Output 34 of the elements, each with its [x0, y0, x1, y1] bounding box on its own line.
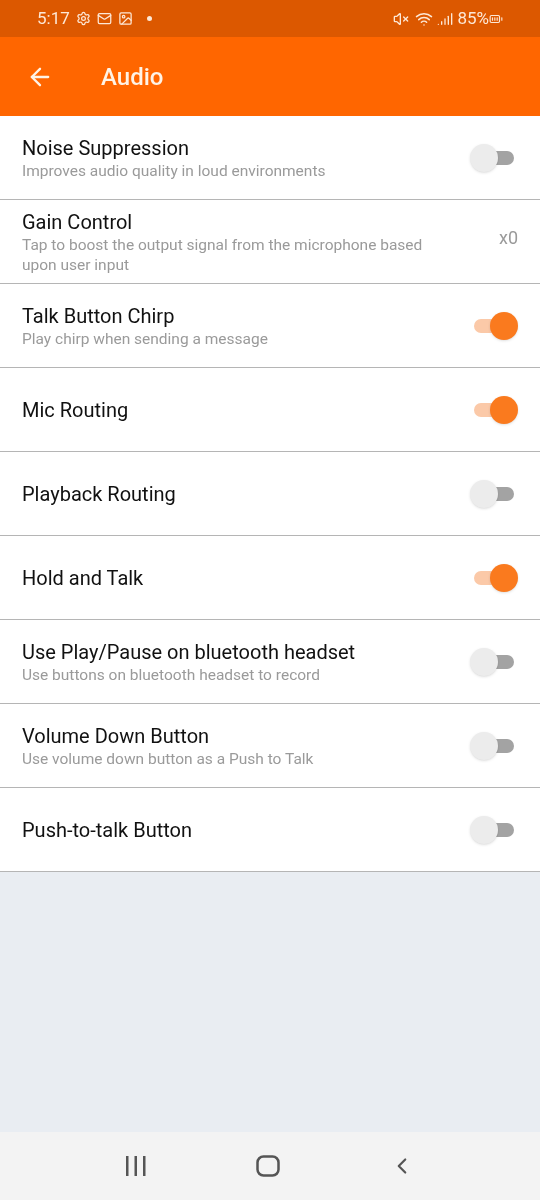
settings-icon: [75, 11, 91, 26]
setting-description: Play chirp when sending a message: [22, 328, 269, 349]
setting-row[interactable]: Gain Control Tap to boost the output signal from the microphone based upon user input x0: [0, 200, 540, 284]
image-icon: [117, 11, 133, 26]
home-icon[interactable]: [256, 1155, 280, 1177]
setting-description: Use buttons on bluetooth headset to record: [22, 664, 321, 685]
mail-icon: [96, 11, 112, 26]
setting-title: Mic Routing: [22, 396, 130, 423]
setting-row[interactable]: Playback Routing: [0, 452, 540, 536]
setting-title: Volume Down Button: [22, 722, 211, 749]
mute-icon: [393, 10, 410, 27]
setting-row[interactable]: Mic Routing: [0, 368, 540, 452]
setting-title: Playback Routing: [22, 480, 177, 507]
setting-row[interactable]: Hold and Talk: [0, 536, 540, 620]
setting-row[interactable]: Use Play/Pause on bluetooth headset Use buttons on bluetooth headset to record: [0, 620, 540, 704]
setting-title: Gain Control: [22, 208, 134, 235]
status-time: 5:17: [37, 6, 70, 30]
recent-apps-icon[interactable]: [124, 1156, 147, 1176]
setting-title: Use Play/Pause on bluetooth headset: [22, 638, 357, 665]
setting-title: Talk Button Chirp: [22, 302, 176, 329]
setting-description: Improves audio quality in loud environments: [22, 160, 327, 181]
setting-row[interactable]: Talk Button Chirp Play chirp when sending a message: [0, 284, 540, 368]
page-title: Audio: [101, 61, 164, 93]
setting-title: Noise Suppression: [22, 134, 190, 161]
setting-description: Tap to boost the output signal from the microphone based upon user input: [22, 234, 424, 275]
signal-icon: [437, 10, 454, 27]
setting-title: Push-to-talk Button: [22, 816, 193, 843]
setting-row[interactable]: Push-to-talk Button: [0, 788, 540, 872]
setting-row[interactable]: Noise Suppression Improves audio quality in loud environments: [0, 116, 540, 200]
battery-percent: 85%: [457, 6, 489, 30]
setting-title: Hold and Talk: [22, 564, 145, 591]
setting-description: Use volume down button as a Push to Talk: [22, 748, 315, 769]
gain-value: x0: [498, 226, 518, 250]
setting-row[interactable]: Volume Down Button Use volume down button as a Push to Talk: [0, 704, 540, 788]
